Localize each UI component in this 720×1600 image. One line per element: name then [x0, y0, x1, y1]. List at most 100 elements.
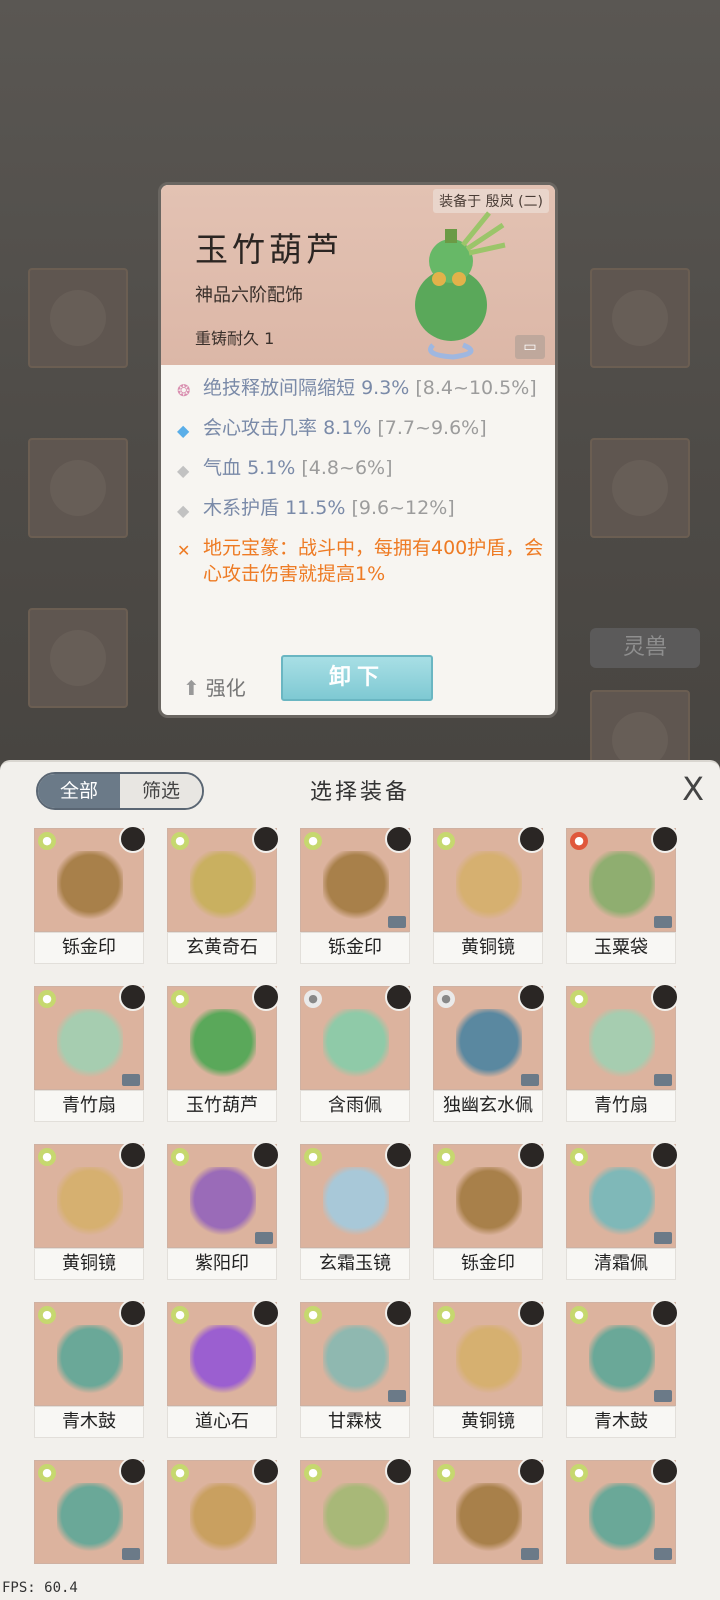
equipment-art-icon — [57, 1483, 123, 1555]
element-icon: ● — [38, 1306, 56, 1324]
lock-icon — [521, 1074, 539, 1086]
equipment-card[interactable]: ● — [167, 1457, 280, 1596]
bg-equip-slot — [28, 608, 128, 708]
equipment-card[interactable]: ● 道心石 — [167, 1299, 280, 1438]
lock-icon — [122, 1548, 140, 1560]
equipment-card[interactable]: ● 玉竹葫芦 — [167, 983, 280, 1122]
equipment-art-icon — [589, 1009, 655, 1081]
stat-value: 8.1% — [323, 417, 372, 439]
equipment-card[interactable]: ● 黄铜镜 — [433, 1299, 546, 1438]
equipment-card[interactable]: ● 青木鼓 — [34, 1299, 147, 1438]
owner-avatar — [518, 825, 546, 853]
lock-icon — [122, 1074, 140, 1086]
owner-avatar — [385, 825, 413, 853]
equipment-card[interactable]: ● 含雨佩 — [300, 983, 413, 1122]
owner-avatar — [252, 1457, 280, 1485]
equipment-card[interactable]: ● 黄铜镜 — [34, 1141, 147, 1280]
equipment-card-image: ● — [566, 1457, 679, 1564]
special-effect: ✕ 地元宝篆：战斗中，每拥有400护盾，会心攻击伤害就提高1% — [175, 535, 545, 587]
equipment-name: 独幽玄水佩 — [433, 1090, 543, 1122]
element-icon: ● — [437, 990, 455, 1008]
equipment-name: 青竹扇 — [34, 1090, 144, 1122]
equipment-card[interactable]: ● 青竹扇 — [34, 983, 147, 1122]
stat-value: 9.3% — [361, 377, 410, 399]
equipment-name: 黄铜镜 — [433, 1406, 543, 1438]
owner-avatar — [385, 1299, 413, 1327]
item-detail-header: 装备于 殷岚 (二) 玉竹葫芦 神品六阶配饰 重铸耐久 1 ▭ — [161, 185, 555, 365]
equipment-art-icon — [589, 1167, 655, 1239]
equipment-art-icon — [456, 1483, 522, 1555]
equipment-card-image: ● — [300, 825, 413, 932]
element-icon: ● — [437, 1306, 455, 1324]
equipment-card[interactable]: ● 玄霜玉镜 — [300, 1141, 413, 1280]
stat-value: 5.1% — [247, 457, 296, 479]
element-icon: ● — [171, 990, 189, 1008]
equipment-card[interactable]: ● — [433, 1457, 546, 1596]
equipment-art-icon — [190, 1167, 256, 1239]
special-effect-text: 地元宝篆：战斗中，每拥有400护盾，会心攻击伤害就提高1% — [203, 537, 544, 585]
bg-equip-slot — [28, 438, 128, 538]
owner-avatar — [252, 1141, 280, 1169]
element-icon: ● — [570, 832, 588, 850]
equipment-name: 紫阳印 — [167, 1248, 277, 1280]
equipment-card[interactable]: ● 甘霖枝 — [300, 1299, 413, 1438]
unequip-button[interactable]: 卸下 — [281, 655, 433, 701]
item-name: 玉竹葫芦 — [195, 230, 343, 269]
owner-avatar — [119, 983, 147, 1011]
equipment-name: 铄金印 — [433, 1248, 543, 1280]
equipment-card[interactable]: ● — [566, 1457, 679, 1596]
element-icon: ● — [171, 832, 189, 850]
stat-row: ❂ 绝技释放间隔缩短 9.3% [8.4~10.5%] — [175, 375, 545, 401]
equipment-name: 玄黄奇石 — [167, 932, 277, 964]
equipment-card[interactable]: ● 紫阳印 — [167, 1141, 280, 1280]
owner-avatar — [651, 983, 679, 1011]
owner-avatar — [385, 1457, 413, 1485]
item-stats-list: ❂ 绝技释放间隔缩短 9.3% [8.4~10.5%] ◆ 会心攻击几率 8.1… — [175, 375, 545, 601]
equipment-card[interactable]: ● 青木鼓 — [566, 1299, 679, 1438]
owner-avatar — [651, 1457, 679, 1485]
equipment-card[interactable]: ● 玉粟袋 — [566, 825, 679, 964]
equipment-art-icon — [456, 1167, 522, 1239]
equipment-card-image: ● — [167, 983, 280, 1090]
strengthen-label: 强化 — [205, 676, 246, 700]
equipment-card[interactable]: ● — [300, 1457, 413, 1596]
stat-row: ◆ 会心攻击几率 8.1% [7.7~9.6%] — [175, 415, 545, 441]
equipment-card-image: ● — [566, 983, 679, 1090]
equipment-name: 黄铜镜 — [433, 932, 543, 964]
equipment-card-image: ● — [167, 825, 280, 932]
equipment-card[interactable]: ● 清霜佩 — [566, 1141, 679, 1280]
equipment-card[interactable]: ● 黄铜镜 — [433, 825, 546, 964]
equipment-card[interactable]: ● 青竹扇 — [566, 983, 679, 1122]
equipment-card[interactable]: ● 铄金印 — [34, 825, 147, 964]
equipment-card-image: ● — [433, 983, 546, 1090]
equipment-card[interactable]: ● 玄黄奇石 — [167, 825, 280, 964]
equipment-card-image: ● — [167, 1299, 280, 1406]
equipment-name: 玄霜玉镜 — [300, 1248, 410, 1280]
bg-equip-slot — [590, 438, 690, 538]
owner-avatar — [119, 1141, 147, 1169]
equipment-card-image: ● — [566, 1141, 679, 1248]
lock-icon — [654, 1232, 672, 1244]
up-arrow-icon: ⬆ — [183, 676, 200, 700]
equipment-card[interactable]: ● 铄金印 — [300, 825, 413, 964]
strengthen-button[interactable]: ⬆ 强化 — [183, 672, 246, 701]
element-icon: ● — [437, 1464, 455, 1482]
equipment-card[interactable]: ● 独幽玄水佩 — [433, 983, 546, 1122]
equipment-art-icon — [589, 851, 655, 923]
equipment-name: 青木鼓 — [566, 1406, 676, 1438]
equipment-card[interactable]: ● 铄金印 — [433, 1141, 546, 1280]
equipment-card[interactable]: ● — [34, 1457, 147, 1596]
owner-avatar — [385, 1141, 413, 1169]
owner-avatar — [518, 983, 546, 1011]
equipment-card-image: ● — [300, 1457, 413, 1564]
element-icon: ● — [570, 990, 588, 1008]
element-icon: ● — [570, 1148, 588, 1166]
equipment-card-image: ● — [34, 1141, 147, 1248]
lock-button[interactable]: ▭ — [515, 335, 545, 359]
equipment-card-image: ● — [433, 1141, 546, 1248]
item-grade: 神品六阶配饰 — [195, 285, 303, 306]
close-icon[interactable]: X — [682, 770, 704, 808]
diamond-blue-icon: ◆ — [177, 421, 190, 440]
equipment-card-image: ● — [433, 825, 546, 932]
stat-range: [9.6~12%] — [351, 497, 455, 519]
